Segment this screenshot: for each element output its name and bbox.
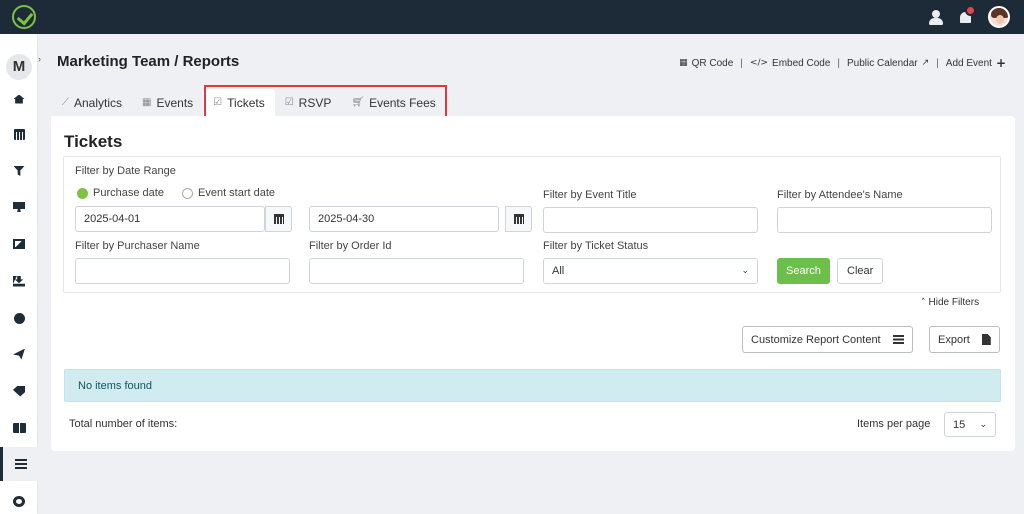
sidebar-item-download[interactable] bbox=[0, 264, 38, 298]
attendee-name-label: Filter by Attendee's Name bbox=[777, 189, 903, 201]
monitor-icon bbox=[13, 202, 25, 212]
workspace-avatar[interactable]: M bbox=[6, 54, 32, 80]
hide-filters-link[interactable]: ˄ Hide Filters bbox=[921, 297, 979, 308]
calendar-icon bbox=[513, 214, 524, 224]
total-items-label: Total number of items: bbox=[69, 418, 178, 430]
radio-event-start-date[interactable]: Event start date bbox=[182, 187, 275, 199]
embed-code-link[interactable]: </> Embed Code bbox=[750, 58, 831, 69]
sidebar-item-calendar[interactable] bbox=[0, 117, 38, 151]
line-chart-icon: ⟋ bbox=[62, 97, 69, 108]
filter-box: Filter by Date Range Purchase date Event… bbox=[63, 156, 1001, 293]
external-link-icon: ↗ bbox=[921, 58, 930, 68]
logo-icon[interactable] bbox=[12, 5, 36, 29]
calendar-icon bbox=[273, 214, 284, 224]
tab-analytics[interactable]: ⟋ Analytics bbox=[52, 89, 132, 116]
purchaser-name-input[interactable] bbox=[75, 258, 290, 284]
sidebar-item-monitor[interactable] bbox=[0, 190, 38, 224]
header-actions: ▦ QR Code | </> Embed Code | Public Calend… bbox=[679, 56, 1006, 70]
sidebar-item-image[interactable] bbox=[0, 227, 38, 261]
code-icon: </> bbox=[749, 58, 769, 68]
id-card-icon bbox=[12, 423, 26, 433]
sidebar-item-id-card[interactable] bbox=[0, 411, 38, 445]
qr-code-link[interactable]: ▦ QR Code bbox=[679, 58, 733, 69]
purchaser-name-label: Filter by Purchaser Name bbox=[75, 240, 200, 252]
sidebar-item-home[interactable] bbox=[0, 82, 38, 116]
tab-events[interactable]: ▦ Events bbox=[132, 89, 203, 116]
chevron-down-icon: ⌄ bbox=[741, 266, 749, 276]
divider: | bbox=[837, 57, 841, 69]
export-button[interactable]: Export bbox=[929, 326, 1000, 353]
date-from-input[interactable]: 2025-04-01 bbox=[75, 206, 265, 232]
download-icon bbox=[13, 275, 25, 287]
add-event-link[interactable]: Add Event + bbox=[946, 56, 1006, 70]
radio-purchase-date[interactable]: Purchase date bbox=[77, 187, 164, 199]
sidebar-item-settings[interactable] bbox=[0, 484, 38, 514]
date-range-label: Filter by Date Range bbox=[75, 165, 176, 177]
sidebar-item-tags[interactable] bbox=[0, 374, 38, 408]
items-per-page-label: Items per page bbox=[857, 418, 931, 430]
tags-icon bbox=[13, 385, 25, 397]
tickets-panel: Tickets Filter by Date Range Purchase da… bbox=[51, 116, 1015, 451]
page-title: Marketing Team / Reports bbox=[57, 53, 240, 70]
globe-icon bbox=[13, 312, 25, 324]
chevron-up-icon: ˄ bbox=[921, 297, 926, 308]
public-calendar-link[interactable]: Public Calendar ↗ bbox=[847, 58, 929, 69]
file-icon bbox=[981, 334, 991, 345]
top-bar-icons bbox=[928, 5, 1010, 28]
notification-badge bbox=[965, 5, 976, 16]
divider: | bbox=[740, 57, 743, 69]
divider: | bbox=[936, 57, 939, 69]
clear-button[interactable]: Clear bbox=[837, 258, 884, 284]
radio-selected-icon bbox=[77, 187, 88, 199]
date-from-calendar-button[interactable] bbox=[265, 206, 292, 232]
settings-gears-icon bbox=[13, 496, 25, 507]
panel-title: Tickets bbox=[64, 132, 123, 151]
event-title-label: Filter by Event Title bbox=[543, 189, 637, 201]
empty-results-alert: No items found bbox=[64, 369, 1001, 402]
qrcode-icon: ▦ bbox=[679, 58, 688, 68]
notification-bell-icon[interactable] bbox=[958, 5, 976, 26]
list-icon bbox=[14, 459, 27, 469]
sidebar-item-send[interactable] bbox=[0, 337, 38, 371]
sidebar-item-filter[interactable] bbox=[0, 154, 38, 188]
radio-unselected-icon bbox=[182, 187, 193, 199]
sidebar: M bbox=[0, 34, 38, 514]
calendar-icon: ▦ bbox=[142, 97, 152, 108]
list-icon bbox=[892, 335, 904, 344]
items-per-page-select[interactable]: 15 ⌄ bbox=[944, 412, 996, 437]
chevron-down-icon: ⌄ bbox=[979, 419, 987, 430]
filter-icon bbox=[13, 166, 25, 176]
date-to-calendar-button[interactable] bbox=[505, 206, 532, 232]
plus-icon: + bbox=[995, 56, 1006, 70]
calendar-icon bbox=[13, 128, 25, 140]
order-id-input[interactable] bbox=[309, 258, 524, 284]
send-icon bbox=[13, 348, 25, 360]
support-agent-icon[interactable] bbox=[928, 9, 944, 25]
date-to-input[interactable]: 2025-04-30 bbox=[309, 206, 499, 232]
search-button[interactable]: Search bbox=[777, 258, 830, 284]
top-bar bbox=[0, 0, 1024, 34]
sidebar-item-globe[interactable] bbox=[0, 301, 38, 335]
home-icon bbox=[13, 94, 25, 104]
sidebar-expand-chevron-icon[interactable]: › bbox=[38, 54, 46, 64]
ticket-status-select[interactable]: All ⌄ bbox=[543, 258, 758, 284]
user-avatar-icon[interactable] bbox=[988, 6, 1010, 28]
sidebar-item-reports[interactable] bbox=[0, 447, 38, 481]
tabs-highlight-box bbox=[204, 85, 447, 120]
ticket-status-label: Filter by Ticket Status bbox=[543, 240, 649, 252]
image-icon bbox=[13, 239, 25, 249]
order-id-label: Filter by Order Id bbox=[309, 240, 392, 252]
event-title-input[interactable] bbox=[543, 207, 758, 233]
attendee-name-input[interactable] bbox=[777, 207, 992, 233]
customize-report-button[interactable]: Customize Report Content bbox=[742, 326, 913, 353]
